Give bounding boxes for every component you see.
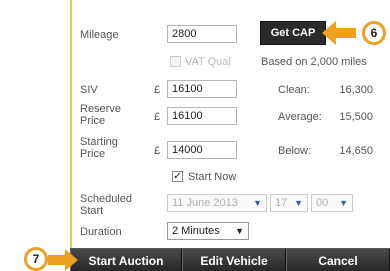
- callout-6: 6: [362, 21, 386, 45]
- check-icon: ✓: [173, 171, 182, 182]
- scheduled-minute-select[interactable]: 00 ▼: [311, 194, 353, 212]
- clean-label: Clean:: [278, 84, 310, 96]
- scheduled-date-select[interactable]: 11 June 2013 ▼: [167, 194, 267, 212]
- reserve-currency: £: [154, 111, 161, 123]
- chevron-down-icon: ▼: [294, 198, 303, 208]
- chevron-down-icon: ▼: [235, 226, 244, 236]
- action-bar: Start Auction Edit Vehicle Cancel: [70, 248, 390, 271]
- start-auction-button[interactable]: Start Auction: [70, 249, 182, 271]
- siv-input[interactable]: 16100: [167, 80, 237, 98]
- reserve-price-label: Reserve Price: [80, 103, 121, 127]
- below-value: 14,650: [339, 145, 373, 157]
- duration-value: 2 Minutes: [172, 225, 220, 237]
- starting-price-input[interactable]: 14000: [167, 141, 237, 159]
- chevron-down-icon: ▼: [253, 198, 262, 208]
- chevron-down-icon: ▼: [339, 198, 348, 208]
- average-label: Average:: [278, 111, 322, 123]
- duration-label: Duration: [80, 226, 122, 238]
- callout-arrow-6-icon: [322, 21, 356, 45]
- starting-currency: £: [154, 145, 161, 157]
- mileage-input[interactable]: 2800: [167, 25, 237, 43]
- mileage-label: Mileage: [80, 29, 119, 41]
- callout-arrow-7-icon: [48, 249, 78, 271]
- scheduled-minute-value: 00: [316, 197, 329, 209]
- vat-qual-checkbox[interactable]: [170, 56, 181, 67]
- scheduled-hour-select[interactable]: 17 ▼: [270, 194, 308, 212]
- callout-7: 7: [24, 247, 48, 271]
- vat-qual-label: VAT Qual: [185, 56, 231, 68]
- scheduled-start-label: Scheduled Start: [80, 193, 132, 217]
- scheduled-hour-value: 17: [275, 197, 288, 209]
- siv-currency: £: [154, 84, 161, 96]
- average-value: 15,500: [339, 111, 373, 123]
- scheduled-date-value: 11 June 2013: [172, 197, 238, 209]
- start-now-checkbox[interactable]: ✓: [172, 171, 183, 182]
- duration-select[interactable]: 2 Minutes ▼: [167, 222, 249, 240]
- cancel-button[interactable]: Cancel: [286, 249, 390, 271]
- based-on-text: Based on 2,000 miles: [261, 56, 367, 68]
- below-label: Below:: [278, 145, 312, 157]
- siv-label: SIV: [80, 84, 98, 96]
- clean-value: 16,300: [339, 84, 373, 96]
- edit-vehicle-button[interactable]: Edit Vehicle: [182, 249, 286, 271]
- get-cap-button[interactable]: Get CAP: [260, 21, 326, 45]
- starting-price-label: Starting Price: [80, 136, 118, 160]
- reserve-price-input[interactable]: 16100: [167, 107, 237, 125]
- start-now-label: Start Now: [188, 171, 237, 183]
